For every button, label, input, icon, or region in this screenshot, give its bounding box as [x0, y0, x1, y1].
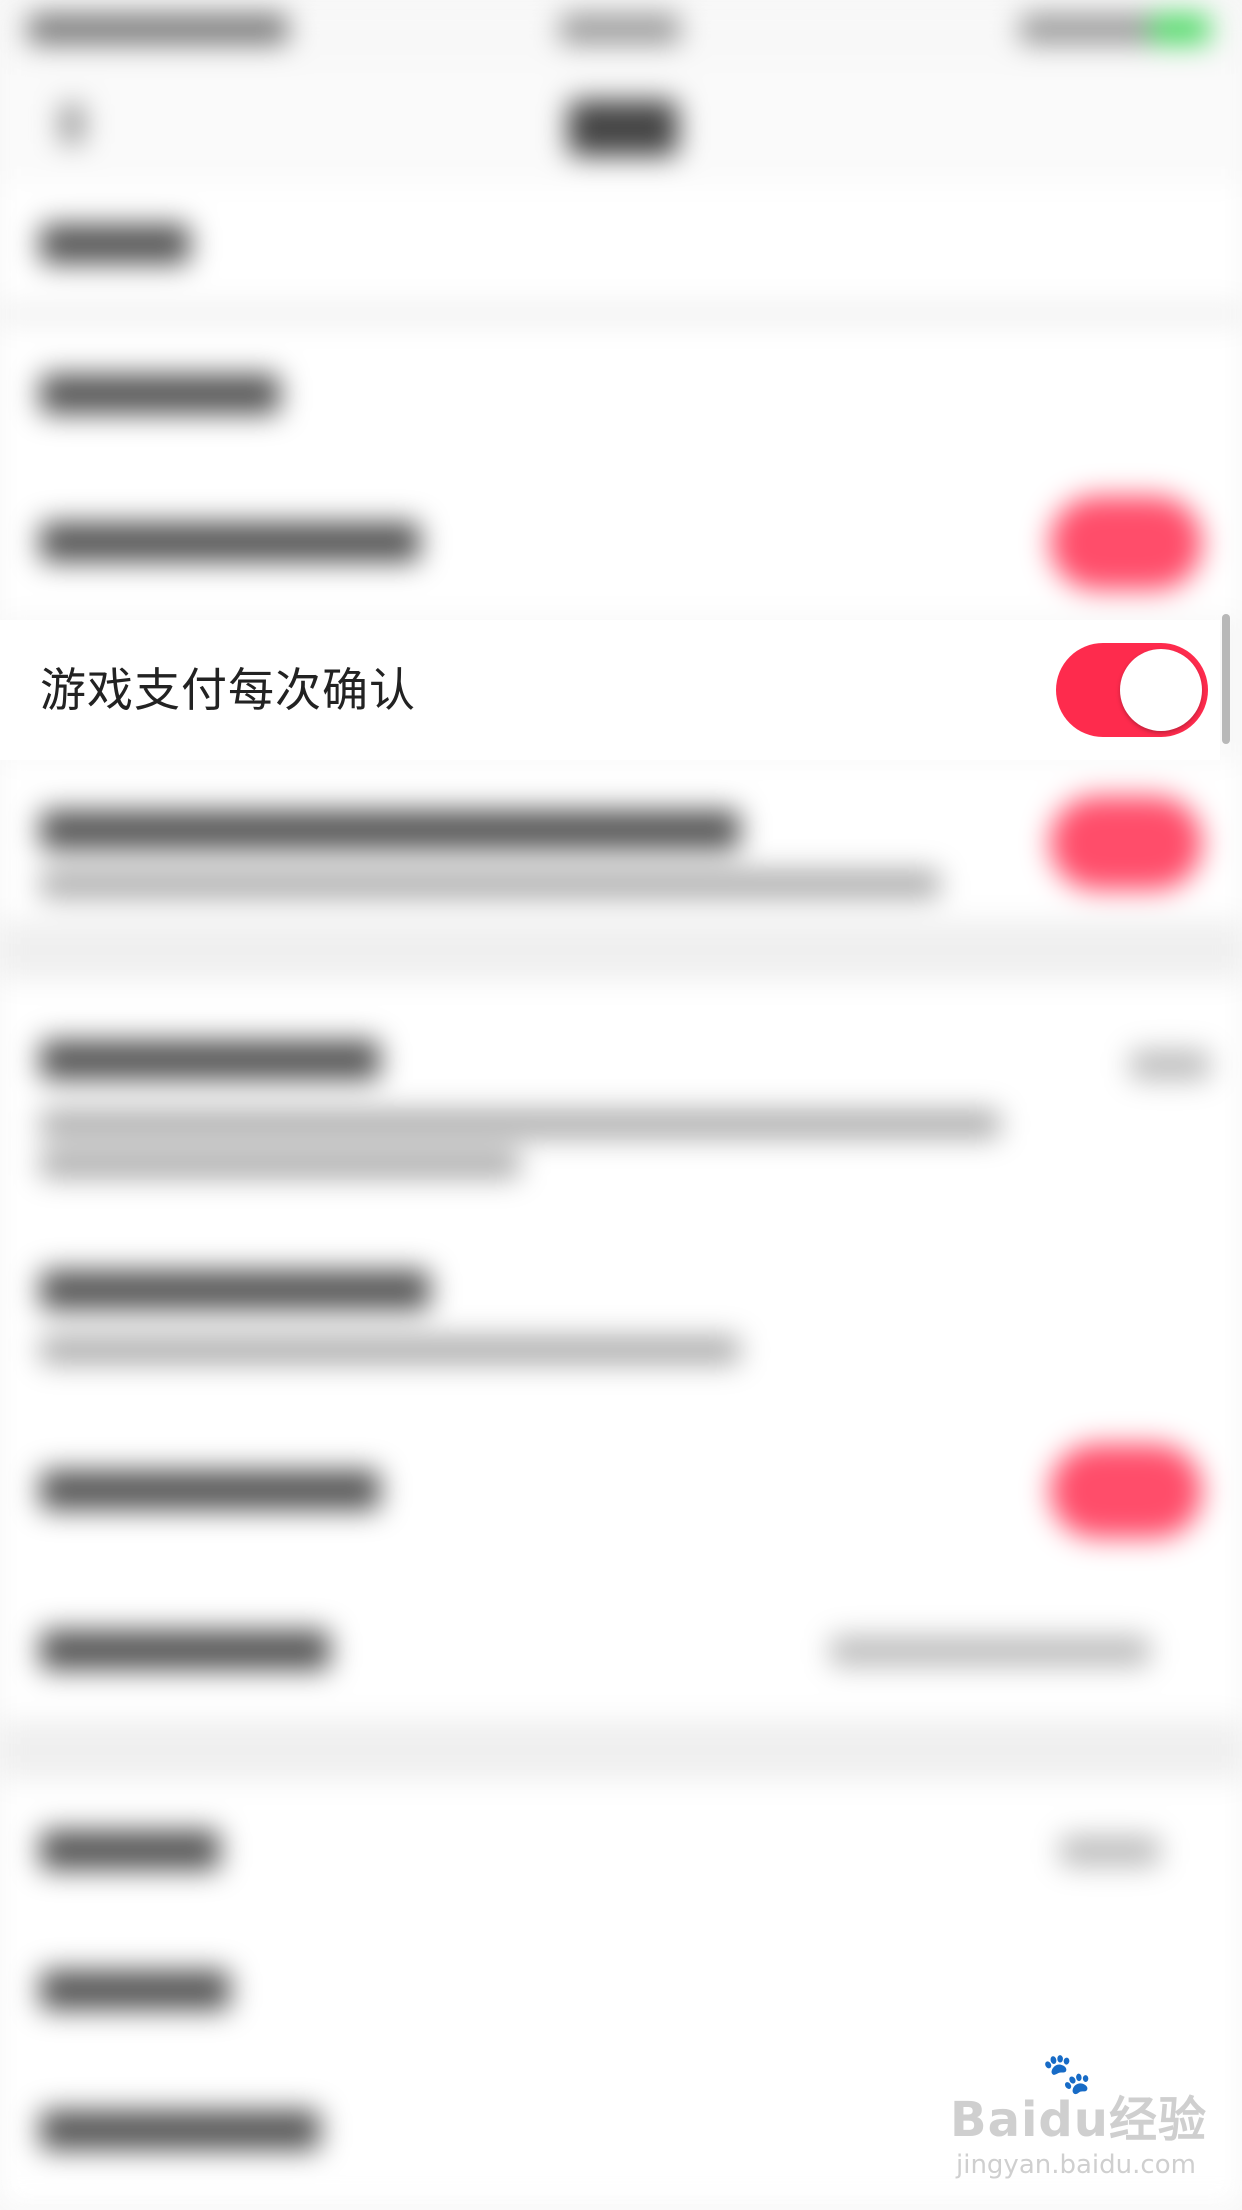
row-label: [40, 1270, 430, 1310]
section-gap: [0, 920, 1242, 980]
battery-icon: [1150, 14, 1210, 44]
row-label: [40, 1630, 330, 1670]
toggle-knob: [1120, 649, 1202, 731]
game-payment-confirm-toggle[interactable]: [1056, 643, 1208, 737]
row-label: [40, 2110, 320, 2150]
watermark-url: jingyan.baidu.com: [956, 2150, 1196, 2180]
row-description: [40, 1336, 740, 1364]
scrollbar[interactable]: [1222, 614, 1230, 744]
settings-row[interactable]: [0, 1780, 1242, 1922]
row-label: [40, 1040, 380, 1080]
settings-row[interactable]: [0, 1200, 1242, 1402]
row-description: [40, 1110, 1000, 1138]
watermark-logo: Baidu经验: [950, 2092, 1207, 2148]
settings-row[interactable]: [0, 464, 1242, 622]
row-description: [40, 870, 940, 898]
row-label: [40, 1830, 220, 1870]
back-icon[interactable]: [60, 104, 84, 144]
status-bar: [0, 0, 1242, 64]
page-title: [568, 100, 678, 156]
settings-row[interactable]: [0, 184, 1242, 306]
row-value: [1060, 1836, 1160, 1866]
row-label: [40, 1970, 230, 2010]
row-label: [40, 522, 420, 562]
nav-bar: [0, 64, 1242, 184]
section-gap: [0, 304, 1242, 324]
setting-label: 游戏支付每次确认: [40, 663, 416, 717]
baidu-watermark: 🐾 Baidu经验 jingyan.baidu.com: [950, 2051, 1230, 2190]
section-gap: [0, 1720, 1242, 1780]
toggle-switch[interactable]: [1050, 1444, 1202, 1538]
toggle-switch[interactable]: [1050, 496, 1202, 590]
row-value: [1130, 1050, 1210, 1080]
row-label: [40, 1470, 380, 1510]
settings-row[interactable]: [0, 1400, 1242, 1582]
row-description: [40, 1150, 520, 1178]
settings-row[interactable]: [0, 1920, 1242, 2062]
row-value: [830, 1636, 1150, 1666]
blurred-background: [0, 0, 1242, 2210]
setting-row-game-payment-confirm[interactable]: 游戏支付每次确认: [0, 620, 1220, 760]
status-carrier: [28, 14, 288, 44]
settings-row[interactable]: [0, 760, 1242, 922]
row-label: [40, 374, 280, 414]
status-time: [560, 14, 680, 44]
settings-row[interactable]: [0, 324, 1242, 466]
toggle-switch[interactable]: [1050, 796, 1202, 890]
settings-row[interactable]: [0, 1580, 1242, 1722]
row-label: [40, 810, 740, 850]
row-label: [40, 224, 190, 264]
settings-row[interactable]: [0, 980, 1242, 1202]
